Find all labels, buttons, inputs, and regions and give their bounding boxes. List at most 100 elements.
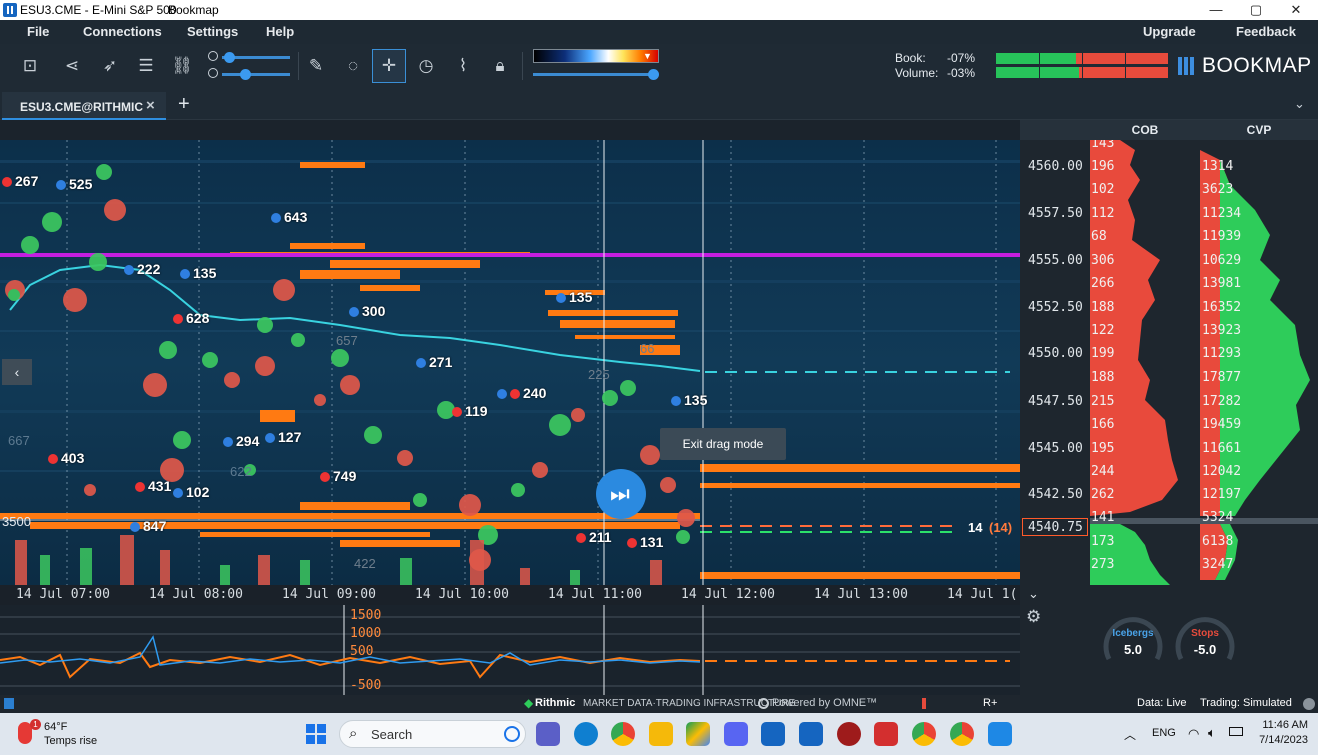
- comment-icon[interactable]: ◌: [341, 54, 365, 78]
- search-icon: ⌕: [349, 725, 358, 742]
- maximize-button[interactable]: ▢: [1236, 0, 1276, 20]
- tab-close-icon[interactable]: ×: [146, 97, 155, 114]
- menu-connections[interactable]: Connections: [83, 24, 162, 39]
- volume-marker: 431: [135, 478, 171, 494]
- price-header: [1020, 120, 1090, 140]
- webex-icon[interactable]: [761, 722, 785, 746]
- language-indicator[interactable]: ENG: [1152, 727, 1176, 739]
- app-icon[interactable]: [837, 722, 861, 746]
- last-trade-size-paren: (14): [989, 520, 1013, 535]
- indicator-pane[interactable]: 1500 1000 500 -500: [0, 605, 1020, 695]
- trend-icon[interactable]: ⌇: [451, 54, 475, 78]
- settings-gear-icon[interactable]: ⚙: [1026, 607, 1041, 627]
- brightness-slider-handle[interactable]: [224, 52, 235, 63]
- stops-value: -5.0: [1193, 642, 1217, 657]
- clock-date[interactable]: 7/14/2023: [1252, 734, 1308, 746]
- cob-value: 244: [1091, 464, 1115, 479]
- bookmap-taskbar-icon[interactable]: [799, 722, 823, 746]
- threshold-slider-handle[interactable]: [648, 69, 659, 80]
- add-tab-button[interactable]: +: [178, 93, 190, 116]
- pencil-icon[interactable]: ✎: [304, 54, 328, 78]
- collapse-left-button[interactable]: ‹: [2, 359, 32, 385]
- windows-start-icon[interactable]: [306, 724, 326, 744]
- cvp-value: 17877: [1202, 370, 1242, 385]
- window-title: ESU3.CME - E-Mini S&P 500: [20, 3, 177, 17]
- time-axis: 14 Jul 07:00 14 Jul 08:00 14 Jul 09:00 1…: [0, 585, 1020, 605]
- cvp-value: 10629: [1202, 253, 1242, 268]
- close-window-button[interactable]: ✕: [1276, 0, 1316, 20]
- icebergs-value: 5.0: [1123, 642, 1143, 657]
- contrast-slider[interactable]: [222, 73, 290, 76]
- volume-marker: 135: [180, 265, 216, 281]
- cob-value: 141: [1091, 510, 1115, 525]
- cvp-value: 11939: [1202, 229, 1242, 244]
- stops-label: Stops: [1191, 628, 1219, 639]
- crosshair-price-label: 3500: [2, 514, 31, 529]
- minimize-button[interactable]: —: [1196, 0, 1236, 20]
- chrome-icon[interactable]: [611, 722, 635, 746]
- heatmap-chart[interactable]: 267 525 643 222 135 628 300 135 271 240 …: [0, 140, 1020, 585]
- weather-temp[interactable]: 64°F: [44, 721, 67, 733]
- threshold-slider[interactable]: [533, 73, 655, 76]
- replay-skip-button[interactable]: ⏭: [596, 469, 646, 519]
- discord-icon[interactable]: [724, 722, 748, 746]
- cvp-value: 11234: [1202, 206, 1242, 221]
- menu-file[interactable]: File: [27, 24, 49, 39]
- menu-help[interactable]: Help: [266, 24, 294, 39]
- book-imbalance-bar: [996, 53, 1168, 64]
- upgrade-link[interactable]: Upgrade: [1143, 24, 1196, 39]
- snapshot-icon[interactable]: ⊡: [18, 54, 42, 78]
- link-icon[interactable]: ⛓: [170, 54, 194, 78]
- google-drive-icon[interactable]: [686, 722, 710, 746]
- battery-icon[interactable]: [1229, 727, 1243, 736]
- cvp-value: 12042: [1202, 464, 1242, 479]
- book-label: Book:: [895, 51, 926, 65]
- chrome-profile-icon[interactable]: [912, 722, 936, 746]
- edge-icon[interactable]: [574, 722, 598, 746]
- price-label: 4560.00: [1028, 159, 1083, 174]
- share-icon[interactable]: ⋖: [60, 54, 84, 78]
- cvp-value: 13981: [1202, 276, 1242, 291]
- info-icon[interactable]: [4, 698, 14, 709]
- trading-status: Trading: Simulated: [1200, 697, 1292, 709]
- faint-label: 667: [8, 433, 30, 448]
- layers-icon[interactable]: ☰: [134, 54, 158, 78]
- cob-value: 102: [1091, 182, 1115, 197]
- time-label: 14 Jul 11:00: [548, 587, 642, 602]
- volume-icon[interactable]: 🔈︎: [1208, 725, 1216, 741]
- volume-marker: 267: [2, 173, 38, 189]
- timer-icon[interactable]: ◷: [414, 54, 438, 78]
- volume-imbalance-bar: [996, 67, 1168, 78]
- feedback-link[interactable]: Feedback: [1236, 24, 1296, 39]
- faint-label: 225: [588, 367, 610, 382]
- rocket-icon[interactable]: ➶: [98, 54, 122, 78]
- indicator-tick: 500: [350, 644, 374, 659]
- volume-marker: 847: [130, 518, 166, 534]
- bing-icon: [504, 726, 520, 742]
- chrome-profile-icon[interactable]: [950, 722, 974, 746]
- menu-settings[interactable]: Settings: [187, 24, 238, 39]
- clock-time[interactable]: 11:46 AM: [1258, 719, 1308, 731]
- weather-desc[interactable]: Temps rise: [44, 735, 97, 747]
- tab-esu3[interactable]: ESU3.CME@RITHMIC ×: [2, 92, 166, 120]
- volume-marker: 127: [265, 429, 301, 445]
- heatmap-color-scale[interactable]: [533, 49, 659, 63]
- cob-value: 195: [1091, 441, 1115, 456]
- cob-value: 306: [1091, 253, 1115, 268]
- defender-icon[interactable]: [988, 722, 1012, 746]
- tray-chevron-up-icon[interactable]: ︿: [1124, 726, 1136, 743]
- lock-icon[interactable]: 🔒︎: [488, 54, 512, 78]
- file-explorer-icon[interactable]: [649, 722, 673, 746]
- tabs-chevron-down-icon[interactable]: ⌄: [1294, 96, 1305, 112]
- contrast-slider-handle[interactable]: [240, 69, 251, 80]
- taskbar-search[interactable]: ⌕ Search: [339, 720, 526, 748]
- acrobat-icon[interactable]: [874, 722, 898, 746]
- wifi-icon[interactable]: ◠: [1188, 726, 1199, 742]
- rithmic-icon: ◆: [524, 696, 534, 710]
- chevron-down-icon[interactable]: ▼: [643, 51, 652, 61]
- cob-value: 188: [1091, 370, 1115, 385]
- status-dot: [1303, 698, 1315, 710]
- teams-icon[interactable]: [536, 722, 560, 746]
- panel-chevron-down-icon[interactable]: ⌄: [1028, 586, 1039, 602]
- crosshair-icon[interactable]: ✛: [372, 49, 406, 83]
